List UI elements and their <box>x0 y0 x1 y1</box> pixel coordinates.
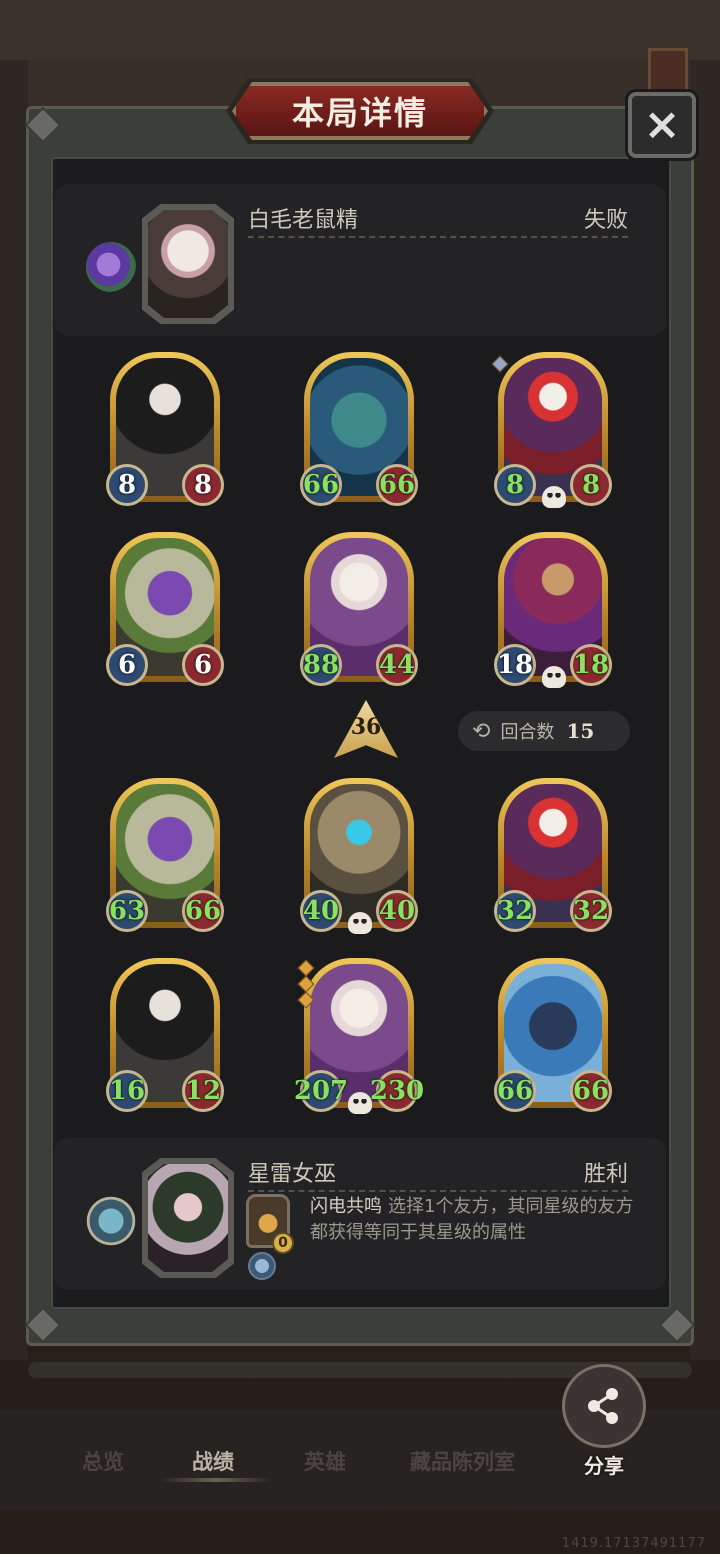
health-value: 8 <box>182 464 224 506</box>
health-value: 44 <box>376 644 418 686</box>
minion-card-white-rat[interactable]: 88 44 <box>300 532 418 692</box>
minion-card-clown[interactable]: 32 32 <box>494 778 612 938</box>
share-button[interactable] <box>562 1364 646 1448</box>
rat-hero-icon <box>148 210 228 318</box>
round-label: 回合数 <box>500 722 555 743</box>
skill-description: 闪电共鸣 选择1个友方，其同星级的友方都获得等同于其星级的属性 <box>310 1194 640 1246</box>
title-banner: 本局详情 <box>232 82 488 140</box>
sword-badge-icon <box>248 1252 276 1280</box>
minion-card-blue-dragon[interactable]: 66 66 <box>494 958 612 1118</box>
health-value: 66 <box>182 890 224 932</box>
player-card: 星雷女巫 胜利 0 闪电共鸣 选择1个友方，其同星级的友方都获得等同于其星级的属性 <box>54 1138 666 1290</box>
divider <box>248 236 628 238</box>
share-icon <box>588 1388 618 1424</box>
backdrop-left <box>0 60 28 1360</box>
nav-records[interactable]: 战绩 <box>192 1446 234 1476</box>
opponent-hero-name: 白毛老鼠精 <box>248 208 359 233</box>
opponent-hero-portrait[interactable] <box>142 204 234 324</box>
skill-name: 闪电共鸣 <box>310 1196 382 1217</box>
health-value: 32 <box>570 890 612 932</box>
health-value: 8 <box>570 464 612 506</box>
page-title: 本局详情 <box>291 94 428 132</box>
skull-icon <box>348 1092 372 1114</box>
attack-value: 32 <box>494 890 536 932</box>
minion-card-demon[interactable]: 40 40 <box>300 778 418 938</box>
attack-value: 8 <box>106 464 148 506</box>
attack-value: 66 <box>494 1070 536 1112</box>
water-orb-icon <box>86 1196 136 1246</box>
minion-card-pirate[interactable]: 18 18 <box>494 532 612 692</box>
tavern-tier-value: 36 <box>350 714 382 740</box>
attack-value: 6 <box>106 644 148 686</box>
skull-icon <box>542 666 566 688</box>
nav-overview[interactable]: 总览 <box>82 1446 124 1476</box>
minion-card-snake[interactable]: 63 66 <box>106 778 224 938</box>
health-value: 18 <box>570 644 612 686</box>
attack-value: 63 <box>106 890 148 932</box>
backdrop-right <box>690 60 720 1360</box>
opponent-result: 失败 <box>583 208 628 233</box>
purple-orb-icon <box>86 242 136 292</box>
attack-value: 88 <box>300 644 342 686</box>
attack-value: 8 <box>494 464 536 506</box>
minion-card-snake[interactable]: 66 <box>106 532 224 692</box>
close-icon: × <box>643 99 681 150</box>
minion-card-white-rat[interactable]: 207 230 <box>294 958 424 1118</box>
round-counter: ⟲ 回合数 15 <box>458 711 630 751</box>
close-button[interactable]: × <box>628 92 696 158</box>
nav-collection[interactable]: 藏品陈列室 <box>410 1446 515 1476</box>
opponent-card: 白毛老鼠精 失败 <box>54 184 666 336</box>
player-result: 胜利 <box>583 1162 628 1187</box>
minion-card-reaper[interactable]: 16 12 <box>106 958 224 1118</box>
health-value: 6 <box>182 644 224 686</box>
skill-cost: 0 <box>272 1232 294 1254</box>
attack-value: 16 <box>106 1070 148 1112</box>
share-label: 分享 <box>584 1454 624 1478</box>
health-value: 40 <box>376 890 418 932</box>
health-value: 12 <box>182 1070 224 1112</box>
attack-value: 66 <box>300 464 342 506</box>
skull-icon <box>348 912 372 934</box>
health-value: 230 <box>370 1070 424 1112</box>
attack-value: 207 <box>294 1070 348 1112</box>
divider <box>248 1190 628 1192</box>
attack-value: 18 <box>494 644 536 686</box>
attack-value: 40 <box>300 890 342 932</box>
player-hero-name: 星雷女巫 <box>248 1162 337 1187</box>
skull-icon <box>542 486 566 508</box>
minion-card-reaper[interactable]: 88 <box>106 352 224 512</box>
round-value: 15 <box>566 719 595 743</box>
nav-heroes[interactable]: 英雄 <box>304 1446 346 1476</box>
health-value: 66 <box>570 1070 612 1112</box>
nav-active-indicator <box>160 1478 272 1482</box>
health-value: 66 <box>376 464 418 506</box>
refresh-icon: ⟲ <box>472 718 491 744</box>
minion-card-sea-dragon[interactable]: 66 66 <box>300 352 418 512</box>
player-hero-portrait[interactable] <box>142 1158 234 1278</box>
minion-card-clown[interactable]: 88 <box>494 352 612 512</box>
top-strip <box>0 0 720 60</box>
build-id: 1419.17137491177 <box>561 1536 706 1551</box>
witch-hero-icon <box>148 1164 228 1272</box>
